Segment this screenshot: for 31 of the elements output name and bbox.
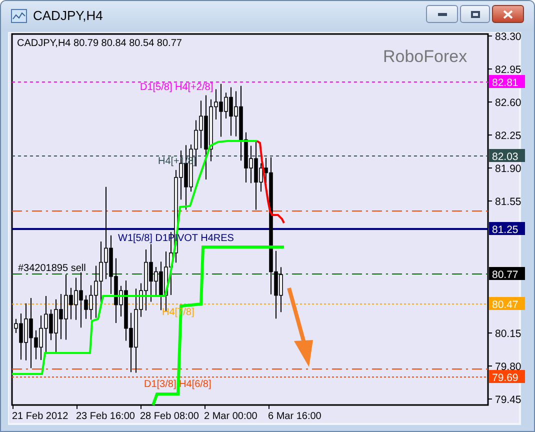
price-axis-label: 82.95 <box>495 64 522 76</box>
time-axis-label: 21 Feb 2012 <box>12 411 68 422</box>
time-axis-label: 28 Feb 08:00 <box>140 411 199 422</box>
window-title: CADJPY,H4 <box>33 7 103 26</box>
price-tag-value: 81.25 <box>492 224 518 236</box>
price-tag-value: 80.77 <box>492 269 518 281</box>
close-icon <box>503 10 513 18</box>
chart-header: CADJPY,H4 80.79 80.84 80.54 80.77 <box>17 38 182 49</box>
price-axis-label: 81.55 <box>495 196 522 208</box>
price-tag-value: 79.69 <box>492 372 518 384</box>
price-axis-label: 79.80 <box>495 361 522 373</box>
maximize-button[interactable] <box>460 5 490 23</box>
price-tag-value: 82.03 <box>492 151 518 163</box>
time-axis-label: 6 Mar 16:00 <box>268 411 322 422</box>
level-label: D1[5/8] H4[+2/8] <box>140 82 214 93</box>
price-tag-value: 80.47 <box>492 299 518 311</box>
time-axis-label: 23 Feb 16:00 <box>76 411 135 422</box>
level-label: D1[3/8] H4[6/8] <box>144 379 212 390</box>
brand-label: RoboForex <box>383 47 468 66</box>
price-axis-label: 83.30 <box>495 32 522 43</box>
chart-window-icon <box>11 9 27 23</box>
time-axis-label: 2 Mar 00:00 <box>204 411 258 422</box>
price-tag-value: 82.81 <box>492 77 518 89</box>
price-axis-label: 82.25 <box>495 130 522 142</box>
close-button[interactable] <box>492 5 524 23</box>
price-axis-label: 82.60 <box>495 97 522 109</box>
price-axis-label: 80.15 <box>495 328 522 340</box>
price-axis-label: 81.90 <box>495 163 522 175</box>
level-label: #34201895 sell <box>18 263 86 274</box>
price-axis-label: 79.45 <box>495 394 522 406</box>
minimize-button[interactable] <box>426 5 458 23</box>
